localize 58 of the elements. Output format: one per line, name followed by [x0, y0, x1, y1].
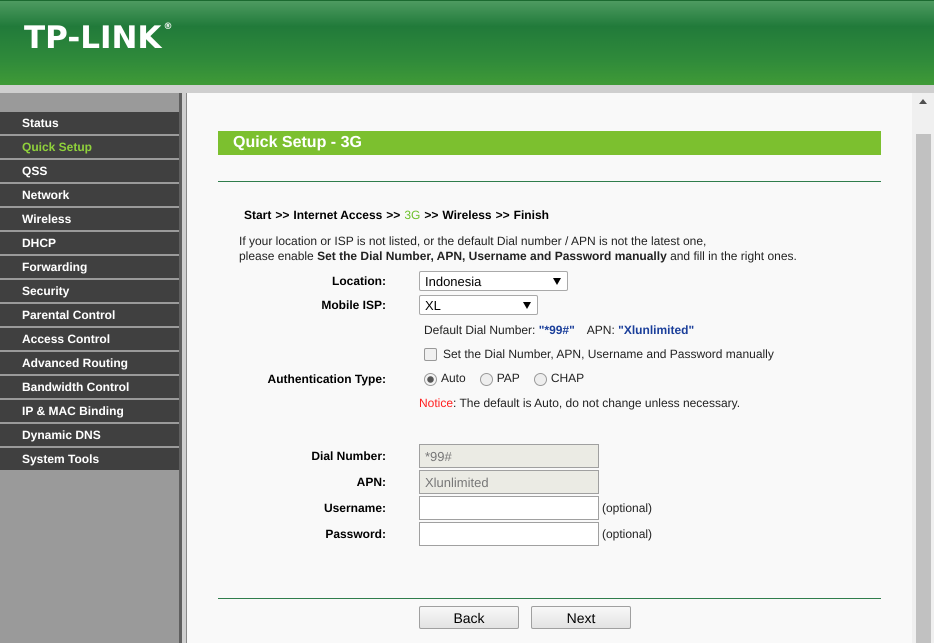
field-label: Dial Number:: [311, 449, 386, 463]
sidebar-item[interactable]: IP & MAC Binding: [0, 400, 179, 422]
logo: TP-LINK®: [24, 20, 172, 56]
checkbox[interactable]: [424, 348, 437, 360]
field-label: Location:: [332, 274, 386, 288]
breadcrumb-separator: >>: [386, 208, 400, 222]
radio-label: Auto: [441, 370, 466, 384]
sidebar-item[interactable]: Status: [0, 112, 179, 134]
input-field[interactable]: [419, 522, 599, 546]
notice-text: Notice: The default is Auto, do not change unless necessary.: [419, 396, 742, 410]
sidebar-item[interactable]: System Tools: [0, 448, 179, 470]
radio-label: PAP: [496, 370, 520, 384]
hint-text: (optional): [602, 527, 652, 541]
nav-button[interactable]: Next: [531, 606, 631, 629]
scroll-up-icon[interactable]: [919, 99, 927, 104]
breadcrumb-step: Start: [244, 208, 272, 222]
breadcrumb-step: Internet Access: [293, 208, 382, 222]
input-field[interactable]: [419, 496, 599, 520]
radio-button[interactable]: [534, 372, 547, 386]
nav-button[interactable]: Back: [419, 606, 519, 629]
sidebar-item[interactable]: Advanced Routing: [0, 352, 179, 374]
field-label: Authentication Type:: [268, 372, 386, 386]
field-label: Password:: [325, 527, 386, 541]
sidebar-item[interactable]: Bandwidth Control: [0, 376, 179, 398]
checkbox-label: Set the Dial Number, APN, Username and Password manually: [443, 347, 774, 361]
sidebar-item[interactable]: Network: [0, 184, 179, 206]
breadcrumb-step: Wireless: [442, 208, 492, 222]
scrollbar[interactable]: [912, 93, 934, 643]
sidebar-item[interactable]: Quick Setup: [0, 136, 179, 158]
sidebar-item[interactable]: Dynamic DNS: [0, 424, 179, 446]
sidebar-item[interactable]: Forwarding: [0, 256, 179, 278]
description-text: If your location or ISP is not listed, or the default Dial number / APN is not the latest one, please enable Set the Dial Number, APN, Username and Password manually and fill in the right ones.: [239, 234, 798, 264]
radio-label: CHAP: [550, 370, 584, 384]
breadcrumb-step: 3G: [404, 208, 420, 222]
isp-select[interactable]: XL: [419, 295, 538, 315]
scroll-thumb[interactable]: [916, 134, 930, 643]
caret-icon: [523, 302, 531, 308]
breadcrumb-separator: >>: [424, 208, 438, 222]
sidebar-item[interactable]: DHCP: [0, 232, 179, 254]
field-label: Mobile ISP:: [321, 298, 386, 312]
default-value-text: APN: "Xlunlimited": [586, 323, 694, 337]
sidebar-item[interactable]: Security: [0, 280, 179, 302]
hint-text: (optional): [602, 501, 652, 515]
sidebar-item[interactable]: QSS: [0, 160, 179, 182]
breadcrumb-separator: >>: [275, 208, 290, 222]
sidebar-item[interactable]: Access Control: [0, 328, 179, 350]
radio-button[interactable]: [424, 372, 437, 386]
radio-button[interactable]: [480, 372, 493, 386]
breadcrumb-separator: >>: [496, 208, 510, 222]
field-label: Username:: [324, 501, 386, 515]
page-title: Quick Setup - 3G: [218, 131, 881, 155]
default-value-text: Default Dial Number: "*99#": [424, 323, 575, 337]
sidebar-item[interactable]: Parental Control: [0, 304, 179, 326]
breadcrumb-step: Finish: [514, 208, 549, 222]
field-label: APN:: [356, 475, 386, 489]
location-select[interactable]: Indonesia: [419, 271, 568, 291]
sidebar-item[interactable]: Wireless: [0, 208, 179, 230]
caret-icon: [553, 278, 561, 284]
